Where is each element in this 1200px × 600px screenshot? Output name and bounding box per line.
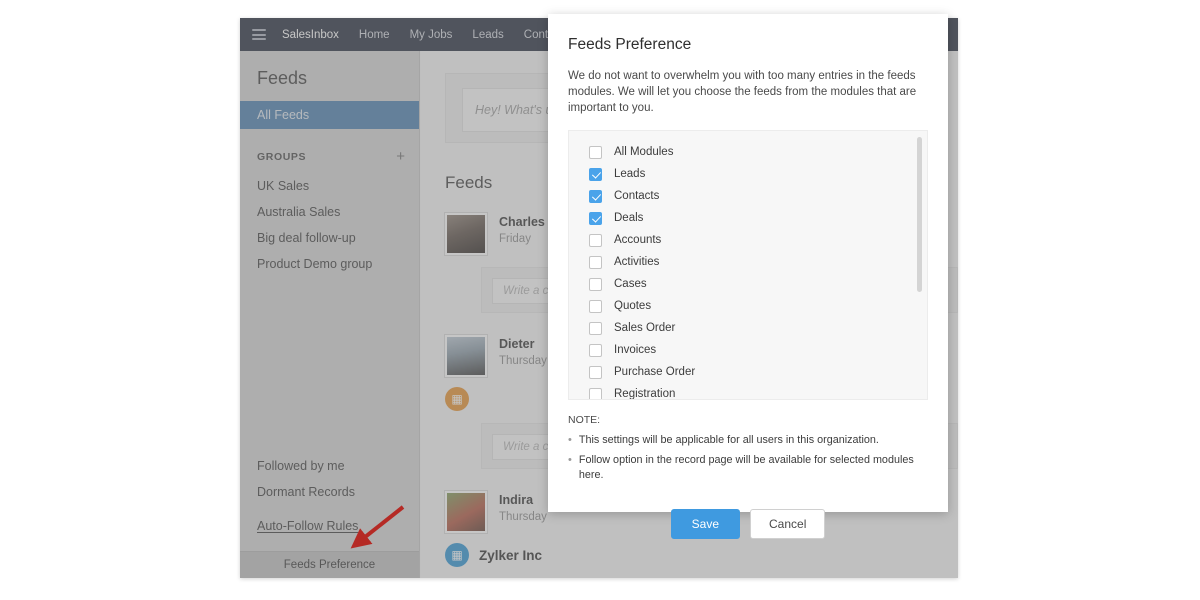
avatar — [445, 213, 487, 255]
sidebar-item-uk-sales[interactable]: UK Sales — [240, 173, 419, 199]
dialog-note: NOTE: • This settings will be applicable… — [568, 414, 928, 483]
nav-item-leads[interactable]: Leads — [472, 29, 503, 41]
sidebar: Feeds All Feeds GROUPS + UK Sales Austra… — [240, 51, 420, 578]
checkbox-label: Invoices — [614, 344, 657, 356]
feed-author-name: Indira — [499, 493, 534, 507]
scrollbar-thumb[interactable] — [917, 137, 922, 292]
sidebar-item-auto-follow-rules[interactable]: Auto-Follow Rules — [240, 513, 419, 539]
feed-entry-meta: Charles Friday — [499, 213, 545, 255]
checkbox-row-purchase-order[interactable]: Purchase Order — [569, 361, 927, 383]
bullet-icon: • — [568, 454, 572, 466]
sidebar-item-product-demo-group[interactable]: Product Demo group — [240, 251, 419, 277]
checkbox-row-accounts[interactable]: Accounts — [569, 229, 927, 251]
checkbox-icon[interactable] — [589, 387, 602, 399]
sidebar-groups-header: GROUPS + — [240, 129, 419, 173]
checkbox-row-all-modules[interactable]: All Modules — [569, 141, 927, 163]
dialog-description: We do not want to overwhelm you with too… — [568, 70, 917, 114]
feed-author-name: Dieter — [499, 337, 535, 351]
checkbox-label: Accounts — [614, 234, 662, 246]
checkbox-label: Registration — [614, 388, 676, 400]
feed-timestamp: Thursday — [499, 511, 547, 523]
feeds-preference-dialog: Feeds Preference We do not want to overw… — [548, 14, 948, 539]
checkbox-icon[interactable] — [589, 299, 602, 313]
building-icon: ▦ — [445, 543, 469, 567]
sidebar-item-australia-sales[interactable]: Australia Sales — [240, 199, 419, 225]
nav-item-my-jobs[interactable]: My Jobs — [410, 29, 453, 41]
hamburger-menu-icon[interactable] — [252, 29, 266, 40]
building-icon: ▦ — [445, 387, 469, 411]
sidebar-item-dormant-records[interactable]: Dormant Records — [240, 479, 419, 505]
checkbox-row-activities[interactable]: Activities — [569, 251, 927, 273]
checkbox-label: All Modules — [614, 146, 674, 158]
feeds-preference-button[interactable]: Feeds Preference — [240, 551, 419, 578]
checkbox-label: Activities — [614, 256, 660, 268]
sidebar-item-big-deal-follow-up[interactable]: Big deal follow-up — [240, 225, 419, 251]
checkbox-label: Sales Order — [614, 322, 676, 334]
feed-author-name: Charles — [499, 215, 545, 229]
feed-entry-meta: Dieter Thursday — [499, 335, 547, 377]
feed-entry-meta: Indira Thursday — [499, 491, 547, 533]
checkbox-icon[interactable] — [589, 365, 602, 379]
note-title: NOTE: — [568, 414, 601, 426]
note-text: Follow option in the record page will be… — [578, 454, 914, 481]
checkbox-row-leads[interactable]: Leads — [569, 163, 927, 185]
checkbox-row-cases[interactable]: Cases — [569, 273, 927, 295]
sidebar-bottom-section: Followed by me Dormant Records Auto-Foll… — [240, 453, 419, 578]
checkbox-icon[interactable] — [589, 277, 602, 291]
checkbox-row-contacts[interactable]: Contacts — [569, 185, 927, 207]
checkbox-label: Cases — [614, 278, 647, 290]
checkbox-icon-checked[interactable] — [589, 211, 602, 225]
checkbox-icon[interactable] — [589, 321, 602, 335]
checkbox-icon[interactable] — [589, 145, 602, 159]
checkbox-label: Deals — [614, 212, 644, 224]
checkbox-row-deals[interactable]: Deals — [569, 207, 927, 229]
dialog-actions: Save Cancel — [568, 509, 928, 539]
checkbox-icon-checked[interactable] — [589, 167, 602, 181]
checkbox-row-invoices[interactable]: Invoices — [569, 339, 927, 361]
sidebar-title: Feeds — [257, 68, 308, 88]
plus-icon[interactable]: + — [396, 149, 405, 164]
bullet-icon: • — [568, 434, 572, 446]
checkbox-row-sales-order[interactable]: Sales Order — [569, 317, 927, 339]
checkbox-label: Quotes — [614, 300, 652, 312]
note-list-item: • Follow option in the record page will … — [568, 453, 928, 483]
feed-timestamp: Thursday — [499, 355, 547, 367]
feed-module-ref: ▦ Zylker Inc — [445, 543, 958, 567]
save-button[interactable]: Save — [670, 509, 740, 539]
cancel-button[interactable]: Cancel — [750, 509, 826, 539]
checkbox-icon[interactable] — [589, 233, 602, 247]
checkbox-label: Purchase Order — [614, 366, 696, 378]
checkbox-row-quotes[interactable]: Quotes — [569, 295, 927, 317]
groups-label: GROUPS — [257, 151, 307, 163]
avatar — [445, 491, 487, 533]
dialog-title: Feeds Preference — [568, 36, 692, 53]
checkbox-icon[interactable] — [589, 255, 602, 269]
screenshot-root: SalesInbox Home My Jobs Leads Contact P … — [0, 0, 1200, 600]
avatar — [445, 335, 487, 377]
note-text: This settings will be applicable for all… — [578, 434, 879, 446]
checkbox-icon[interactable] — [589, 343, 602, 357]
nav-item-home[interactable]: Home — [359, 29, 390, 41]
note-list-item: • This settings will be applicable for a… — [568, 433, 928, 448]
sidebar-item-followed-by-me[interactable]: Followed by me — [240, 453, 419, 479]
sidebar-item-all-feeds[interactable]: All Feeds — [240, 101, 419, 129]
checkbox-label: Contacts — [614, 190, 660, 202]
nav-item-salesinbox[interactable]: SalesInbox — [282, 29, 339, 41]
checkbox-label: Leads — [614, 168, 646, 180]
module-checkbox-list: All Modules Leads Contacts Deals Account… — [568, 130, 928, 400]
feed-timestamp: Friday — [499, 233, 531, 245]
module-list-scrollbar[interactable] — [917, 137, 922, 395]
checkbox-icon-checked[interactable] — [589, 189, 602, 203]
checkbox-row-registration[interactable]: Registration — [569, 383, 927, 400]
feed-module-name: Zylker Inc — [479, 547, 543, 563]
